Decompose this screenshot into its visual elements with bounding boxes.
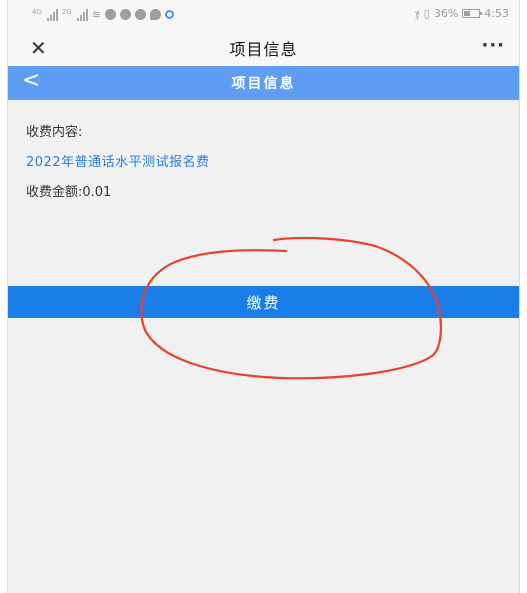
vibrate-icon: ჯ [414,7,420,20]
back-icon[interactable]: < [22,68,40,94]
app-icon [165,10,174,19]
battery-icon [462,9,483,18]
fee-item-name: 2022年普通话水平测试报名费 [26,155,210,170]
phone-screen: 4G 2G ≋ ჯ ▯ 36% 4:53 ✕ 项目信息 ··· < 项目信息 收… [7,0,520,593]
sim-icon: ▯ [423,7,430,20]
chat-icon [150,9,161,20]
window-title: 项目信息 [229,40,298,59]
pay-button[interactable]: 缴费 [8,286,519,318]
signal-icon [46,8,58,21]
wifi-icon: ≋ [91,8,101,21]
page-header: < 项目信息 [8,66,519,100]
notification-icon [105,9,116,20]
notification-icon [135,9,146,20]
network-type-label: 2G [61,8,72,16]
status-right: ჯ ▯ 36% 4:53 [415,7,509,20]
notification-icon [120,9,131,20]
status-bar: 4G 2G ≋ ჯ ▯ 36% 4:53 [8,0,519,30]
close-icon[interactable]: ✕ [30,36,47,60]
fee-content-label: 收费内容: [26,125,83,140]
wechat-title-bar: ✕ 项目信息 ··· [8,30,519,66]
status-left: 4G 2G ≋ [32,8,174,21]
page-title: 项目信息 [231,76,296,92]
status-time: 4:53 [484,7,509,20]
network-type-label: 4G [32,8,42,16]
more-icon[interactable]: ··· [481,34,505,58]
battery-percent: 36% [433,7,459,20]
signal-icon [76,8,88,21]
fee-amount: 收费金额:0.01 [26,185,112,200]
